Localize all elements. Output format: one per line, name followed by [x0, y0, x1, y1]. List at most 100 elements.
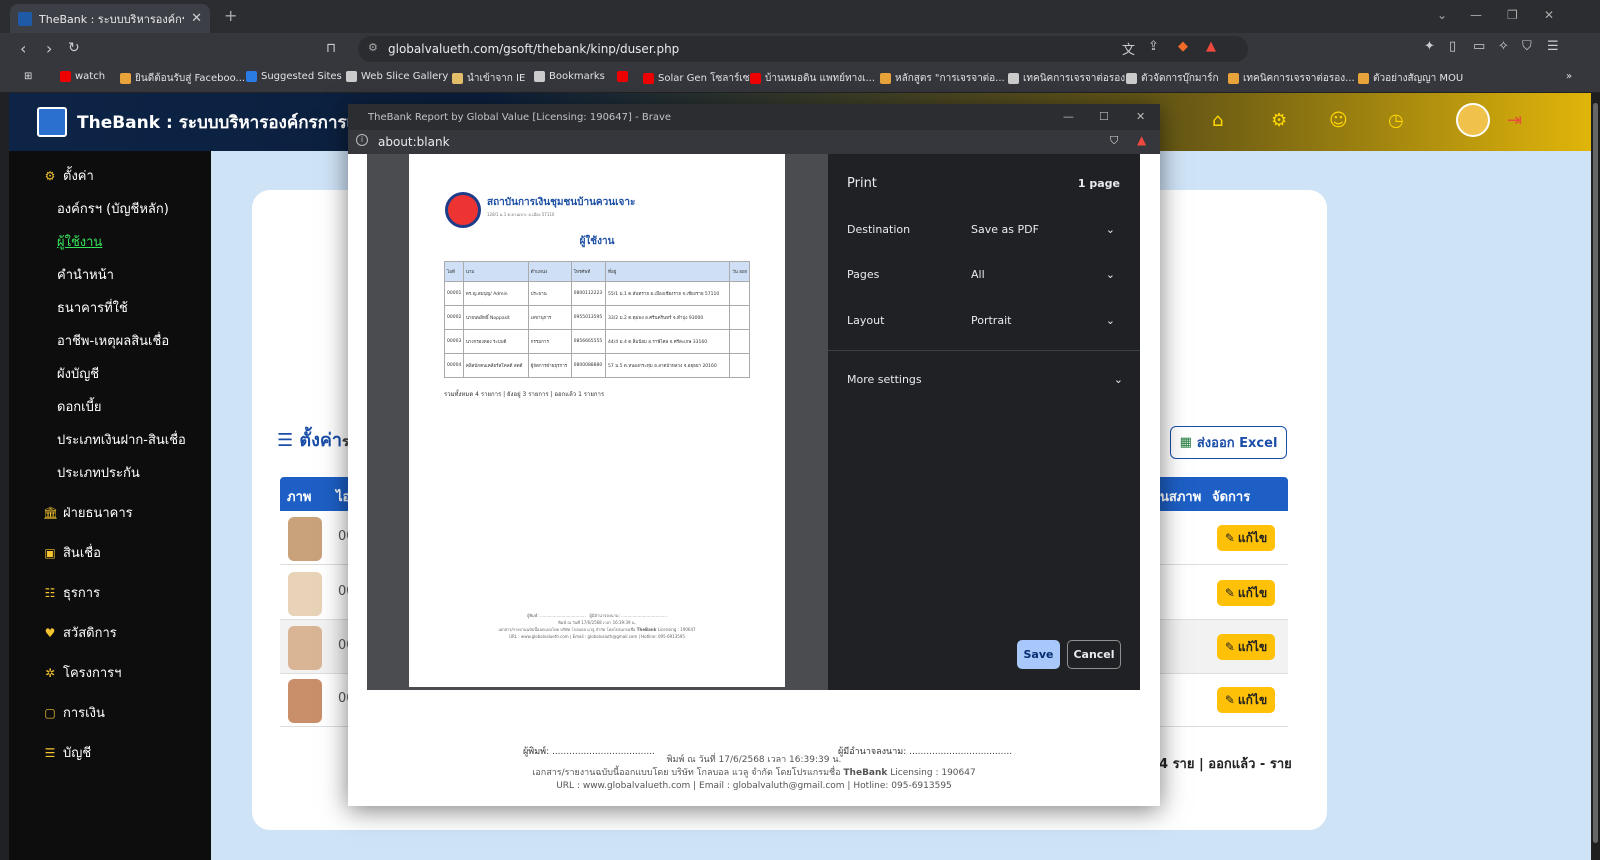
browser-tab[interactable]: TheBank : ระบบบริหารองค์กรการเงิน ✕	[10, 4, 210, 33]
info-icon[interactable]: i	[356, 134, 368, 146]
sidebar-item-insurance-types[interactable]: ประเภทประกัน	[57, 462, 140, 483]
apps-icon[interactable]: ⊞	[24, 71, 32, 82]
sidebar-item-occupation[interactable]: อาชีพ-เหตุผลสินเชื่อ	[57, 330, 169, 351]
sidebar-section-banking[interactable]: 🏛 ฝ่ายธนาคาร	[43, 502, 133, 523]
sidebar-section-projects[interactable]: ✲ โครงการฯ	[43, 662, 122, 683]
popup-address-bar[interactable]: i about:blank ⛉ ▲	[348, 130, 1160, 154]
bookmark-item[interactable]	[617, 71, 628, 82]
bookmark-icon[interactable]: ⊓	[326, 41, 336, 56]
translate-icon[interactable]: 文	[1122, 39, 1135, 58]
sidebar-section-admin[interactable]: ☷ ธุรการ	[43, 582, 100, 603]
sidebar-item-interest[interactable]: ดอกเบี้ย	[57, 396, 101, 417]
clock-icon[interactable]: ◷	[1388, 110, 1404, 131]
browser-tab-bar: TheBank : ระบบบริหารองค์กรการเงิน ✕ + ⌄ …	[0, 0, 1600, 33]
layout-select[interactable]: Portrait ⌄	[971, 308, 1115, 332]
bookmark-item[interactable]: Web Slice Gallery	[346, 71, 448, 82]
contact-line: URL : www.globalvalueth.com | Email : gl…	[556, 781, 952, 791]
col-manage: จัดการ	[1212, 490, 1251, 505]
vpn-icon[interactable]: ⛉	[1522, 39, 1532, 54]
tab-close-icon[interactable]: ✕	[191, 11, 202, 26]
brave-shield-icon[interactable]: ◆	[1178, 39, 1188, 54]
logout-icon[interactable]: ⇥	[1507, 110, 1522, 131]
wallet-icon: ▢	[44, 705, 56, 720]
new-tab-icon[interactable]: +	[224, 6, 237, 25]
bookmark-item[interactable]: Solar Gen โซลาร์เซล	[643, 71, 756, 86]
popup-maximize-icon[interactable]: ☐	[1099, 110, 1109, 123]
export-excel-button[interactable]: ▦ ส่งออก Excel	[1170, 426, 1287, 459]
sidebar-item-deposit-loan-types[interactable]: ประเภทเงินฝาก-สินเชื่อ	[57, 429, 186, 450]
sidebar-section-accounting[interactable]: ☰ บัญชี	[43, 742, 92, 763]
edit-button[interactable]: ✎ แก้ไข	[1217, 634, 1275, 660]
bookmark-item[interactable]: watch	[60, 71, 105, 82]
popup-minimize-icon[interactable]: —	[1063, 110, 1074, 123]
address-bar[interactable]: ⚙ globalvalueth.com/gsoft/thebank/kinp/d…	[358, 36, 1248, 62]
site-info-icon[interactable]: ⚙	[368, 41, 378, 54]
settings-icon[interactable]: ⚙	[1271, 110, 1287, 131]
bookmark-item[interactable]: หลักสูตร "การเจรจาต่อ...	[880, 71, 1005, 86]
pages-select[interactable]: All ⌄	[971, 262, 1115, 286]
sidebar-item-organization[interactable]: องค์กรฯ (บัญชีหลัก)	[57, 198, 169, 219]
edit-button[interactable]: ✎ แก้ไข	[1217, 525, 1275, 551]
edit-button[interactable]: ✎ แก้ไข	[1217, 687, 1275, 713]
sidebar-item-prefixes[interactable]: คำนำหน้า	[57, 264, 114, 285]
leo-icon[interactable]: ✧	[1498, 39, 1509, 54]
report-table: ไอดี นาม ตำแหน่ง โทรศัพท์ ที่อยู่ วัน ออ…	[444, 261, 750, 378]
more-bookmarks-icon[interactable]: »	[1566, 71, 1572, 82]
menu-icon[interactable]: ☰	[1547, 39, 1559, 54]
bookmark-item[interactable]: ยินดีต้อนรับสู่ Faceboo...	[120, 71, 245, 86]
bookmark-folder[interactable]: Bookmarks	[534, 71, 605, 82]
brave-rewards-icon[interactable]: ▲	[1206, 39, 1216, 54]
profile-icon[interactable]: ☺	[1329, 110, 1348, 131]
sidebar-item-users[interactable]: ผู้ใช้งาน	[57, 231, 102, 252]
edit-button[interactable]: ✎ แก้ไข	[1217, 580, 1275, 606]
bookmarks-bar: ⊞ watch ยินดีต้อนรับสู่ Faceboo... Sugge…	[0, 66, 1600, 93]
list-icon: ☰	[277, 430, 300, 451]
destination-select[interactable]: Save as PDF ⌄	[971, 217, 1115, 241]
cancel-button[interactable]: Cancel	[1067, 640, 1121, 669]
page-scrollbar[interactable]	[1591, 93, 1600, 860]
share-icon[interactable]: ⇪	[1148, 39, 1159, 54]
organization-seal-logo	[445, 192, 481, 228]
sidebar-icon[interactable]: ▯	[1449, 39, 1456, 54]
tab-search-icon[interactable]: ⌄	[1437, 8, 1447, 22]
sidebar-section-loans[interactable]: ▣ สินเชื่อ	[43, 542, 101, 563]
popup-brave-shield-icon[interactable]: ⛉	[1110, 134, 1118, 148]
app-logo[interactable]	[37, 107, 67, 137]
scrollbar-thumb[interactable]	[1593, 103, 1598, 843]
close-window-icon[interactable]: ✕	[1544, 8, 1554, 22]
bookmark-item[interactable]: เทคนิคการเจรจาต่อรอง...	[1228, 71, 1355, 86]
reload-icon[interactable]: ↻	[68, 40, 80, 56]
bookmark-folder[interactable]: นำเข้าจาก IE	[452, 71, 525, 86]
bookmark-item[interactable]: Suggested Sites	[246, 71, 342, 82]
popup-brave-rewards-icon[interactable]: ▲	[1137, 133, 1146, 147]
heart-icon: ♥	[44, 625, 56, 640]
more-settings-toggle[interactable]: More settings ⌄	[847, 373, 1123, 386]
sidebar-section-finance[interactable]: ▢ การเงิน	[43, 702, 105, 723]
user-photo	[288, 626, 322, 670]
bookmark-item[interactable]: เทคนิคการเจรจาต่อรอง	[1008, 71, 1125, 86]
sidebar-item-banks[interactable]: ธนาคารที่ใช้	[57, 297, 128, 318]
bookmark-item[interactable]: ตัวจัดการบุ๊กมาร์ก	[1126, 71, 1219, 86]
sidebar-section-welfare[interactable]: ♥ สวัสดิการ	[43, 622, 117, 643]
home-icon[interactable]: ⌂	[1212, 110, 1223, 131]
page-count: 1 page	[1077, 177, 1120, 190]
restore-icon[interactable]: ❐	[1507, 8, 1518, 22]
minimize-icon[interactable]: —	[1470, 8, 1482, 22]
sidebar-item-chart-of-accounts[interactable]: ผังบัญชี	[57, 363, 99, 384]
user-photo	[288, 679, 322, 723]
user-photo	[288, 572, 322, 616]
back-icon[interactable]: ‹	[20, 39, 26, 58]
bookmark-item[interactable]: ตัวอย่างสัญญา MOU	[1358, 71, 1463, 86]
forward-icon[interactable]: ›	[46, 39, 52, 58]
wallet-icon[interactable]: ▭	[1473, 39, 1485, 54]
popup-close-icon[interactable]: ✕	[1136, 110, 1145, 123]
table-row: 00004 คลิสนักคนเคลียร์สโคลดี สดดี ผู้จัดกา…	[444, 353, 750, 378]
save-button[interactable]: Save	[1017, 640, 1060, 669]
layout-label: Layout	[847, 314, 885, 327]
table-row: 00003 นางกรองทอง ระบบดี กรรมการ 0856665555 4…	[444, 329, 750, 354]
extensions-icon[interactable]: ✦	[1424, 39, 1435, 54]
user-avatar[interactable]	[1456, 103, 1490, 137]
org-name: สถาบันการเงินชุมชนบ้านควนเจาะ	[487, 197, 636, 208]
bookmark-item[interactable]: บ้านหมอดิน แพทย์ทางเ...	[750, 71, 875, 86]
sidebar-section-settings[interactable]: ⚙ ตั้งค่า	[43, 165, 94, 186]
